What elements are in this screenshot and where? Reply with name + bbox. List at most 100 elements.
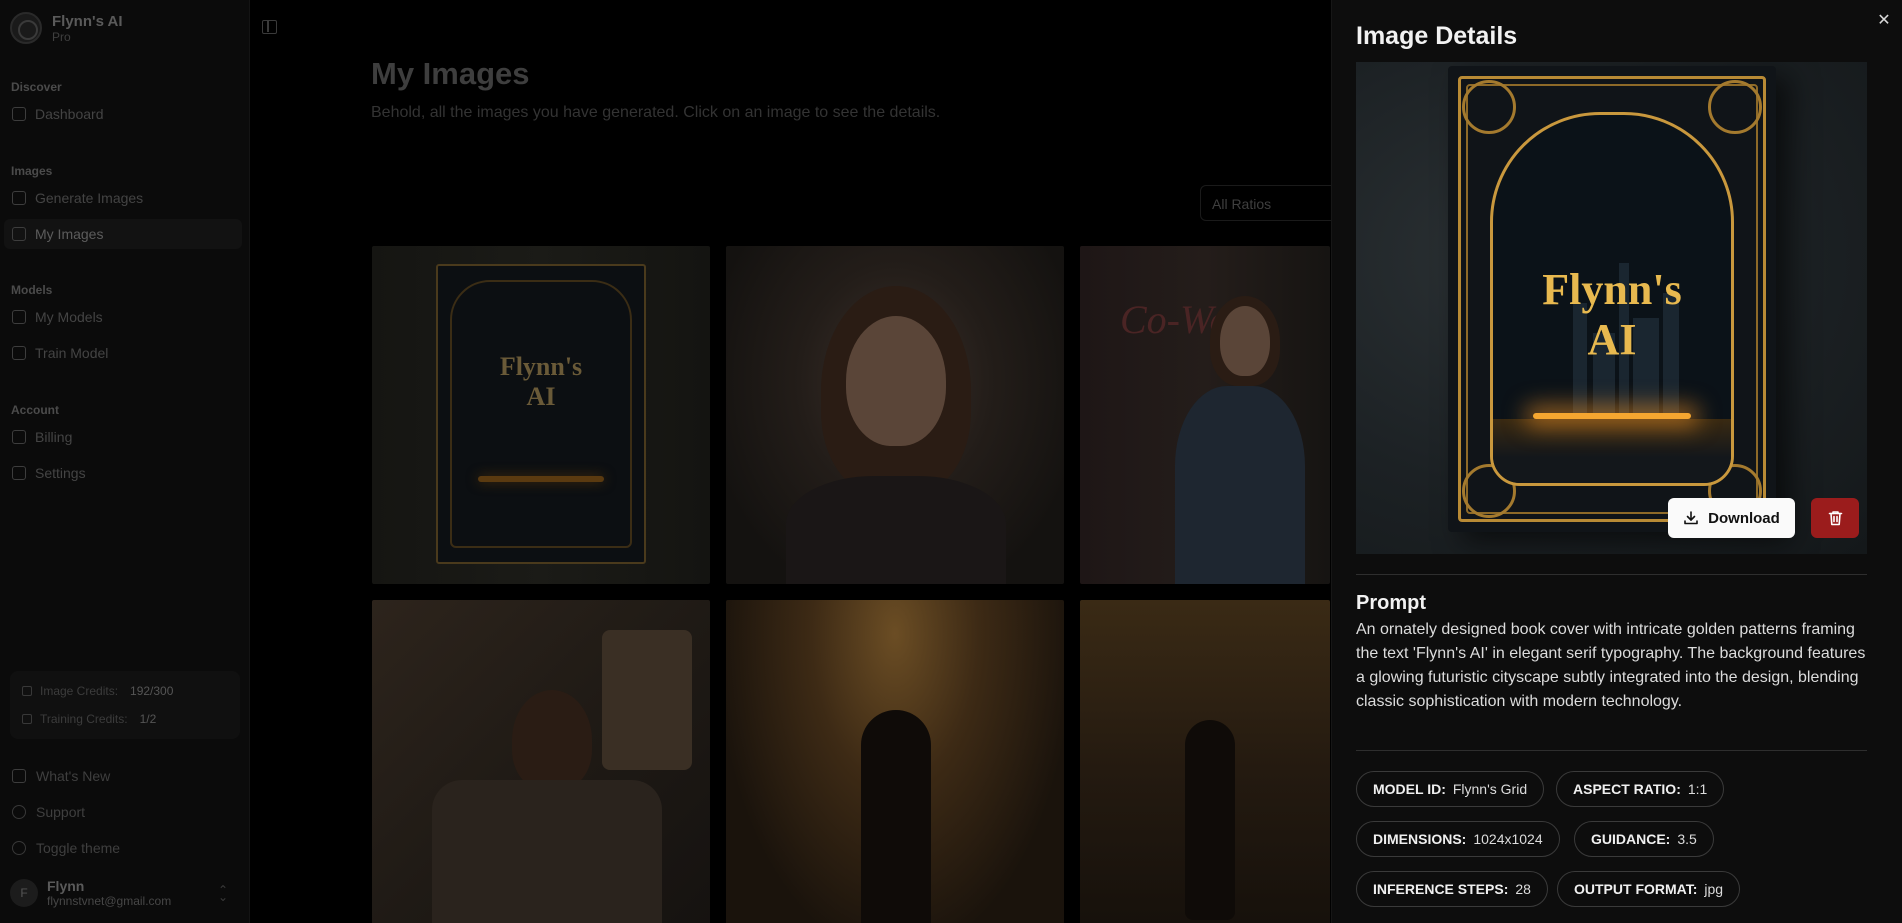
city-glow [478,476,604,482]
page-subtitle: Behold, all the images you have generate… [371,104,941,121]
meta-key: DIMENSIONS: [1373,831,1467,847]
toggle-sidebar-icon[interactable] [262,20,277,34]
image-tile[interactable] [1080,600,1330,923]
user-menu[interactable]: F Flynn flynnstvnet@gmail.com [10,878,171,908]
book-title-line2: AI [1587,315,1637,364]
section-discover: Discover [11,80,62,94]
image-tile[interactable] [726,600,1064,923]
download-label: Download [1708,509,1780,527]
ornament-icon [1462,80,1516,134]
sidebar-item-dashboard[interactable]: Dashboard [4,99,242,129]
dashboard-icon [12,107,26,121]
book-frame [450,280,632,548]
avatar: F [10,879,38,907]
meta-key: OUTPUT FORMAT: [1574,881,1698,897]
image-plus-icon [12,191,26,205]
image-preview: Flynn's AI [1356,62,1867,554]
meta-value: jpg [1704,881,1724,897]
meta-key: GUIDANCE: [1591,831,1671,847]
support-link[interactable]: Support [12,804,85,820]
divider [1356,574,1867,575]
sparkles-icon [12,769,26,783]
book-cover-thumbnail: Flynn's AI [436,264,646,564]
toggle-theme-label: Toggle theme [36,840,121,856]
sidebar-item-label: My Images [35,226,104,242]
prompt-heading: Prompt [1356,592,1426,614]
meta-value: Flynn's Grid [1452,781,1528,797]
meta-key: MODEL ID: [1373,781,1446,797]
sidebar-item-generate-images[interactable]: Generate Images [4,183,242,213]
sidebar-item-label: Billing [35,429,73,445]
thumbnail-title-line2: AI [526,382,556,411]
training-credits-label: Training Credits: [40,712,128,726]
meta-value: 1024x1024 [1473,831,1543,847]
sparkle-icon [22,686,32,696]
layers-icon [12,346,26,360]
face-shape [1220,306,1270,376]
brand[interactable]: Flynn's AI Pro [10,12,123,44]
brand-name: Flynn's AI [52,12,123,30]
sidebar-item-my-models[interactable]: My Models [4,302,242,332]
runner-silhouette [861,710,931,923]
body-shape [786,476,1006,584]
thumbnail-title-line1: Flynn's [499,352,583,381]
training-icon [22,714,32,724]
sidebar-item-label: Dashboard [35,106,104,122]
divider [1356,750,1867,751]
chevrons-up-down-icon[interactable]: ⌃ ⌄ [218,884,228,903]
meta-chip-inference-steps: INFERENCE STEPS: 28 [1356,871,1548,907]
image-tile[interactable]: Flynn's AI [372,246,710,584]
meta-chip-aspect-ratio: ASPECT RATIO: 1:1 [1556,771,1725,807]
delete-button[interactable] [1811,498,1859,538]
meta-value: 28 [1515,881,1531,897]
ornament-icon [1708,80,1762,134]
image-tile[interactable] [726,246,1064,584]
image-credits: Image Credits: 192/300 [22,684,173,698]
sidebar-item-label: Settings [35,465,86,481]
prompt-text: An ornately designed book cover with int… [1356,621,1866,710]
sidebar-item-label: Train Model [35,345,109,361]
water-reflection [1493,419,1731,483]
meta-chip-guidance: GUIDANCE: 3.5 [1574,821,1714,857]
whats-new-link[interactable]: What's New [12,768,110,784]
frame-icon [12,310,26,324]
toggle-theme-button[interactable]: Toggle theme [12,840,120,856]
sidebar-item-settings[interactable]: Settings [4,458,242,488]
sidebar-item-billing[interactable]: Billing [4,422,242,452]
lamp-shape [602,630,692,770]
armchair-shape [432,780,662,923]
book-arch-frame: Flynn's AI [1490,112,1734,486]
page-title: My Images [371,56,530,91]
image-tile[interactable] [372,600,710,923]
brand-plan: Pro [52,29,71,44]
sidebar-item-train-model[interactable]: Train Model [4,338,242,368]
images-icon [12,227,26,241]
meta-key: ASPECT RATIO: [1573,781,1681,797]
whats-new-label: What's New [36,768,111,784]
sliders-icon [12,466,26,480]
download-button[interactable]: Download [1668,498,1795,538]
image-credits-value: 192/300 [130,684,174,698]
ratio-filter-select[interactable]: All Ratios [1200,185,1350,221]
download-icon [1684,511,1698,525]
help-circle-icon [12,805,26,819]
meta-key: INFERENCE STEPS: [1373,881,1509,897]
book-title: Flynn's AI [1493,265,1731,365]
meta-value: 1:1 [1687,781,1708,797]
section-models: Models [11,283,53,297]
runner-silhouette [1185,720,1235,920]
city-glow [1533,413,1691,419]
sidebar-item-my-images[interactable]: My Images [4,219,242,249]
meta-value: 3.5 [1677,831,1697,847]
close-icon[interactable]: ✕ [1877,13,1891,29]
denim-jacket-shape [1175,386,1305,584]
image-tile[interactable]: Co-Work [1080,246,1330,584]
sidebar-item-label: My Models [35,309,103,325]
book-title-line1: Flynn's [1542,265,1682,314]
meta-chip-output-format: OUTPUT FORMAT: jpg [1557,871,1741,907]
trash-icon [1828,511,1842,526]
face-shape [846,316,946,446]
image-credits-label: Image Credits: [40,684,119,698]
section-account: Account [11,403,59,417]
hair-shape [512,690,592,790]
